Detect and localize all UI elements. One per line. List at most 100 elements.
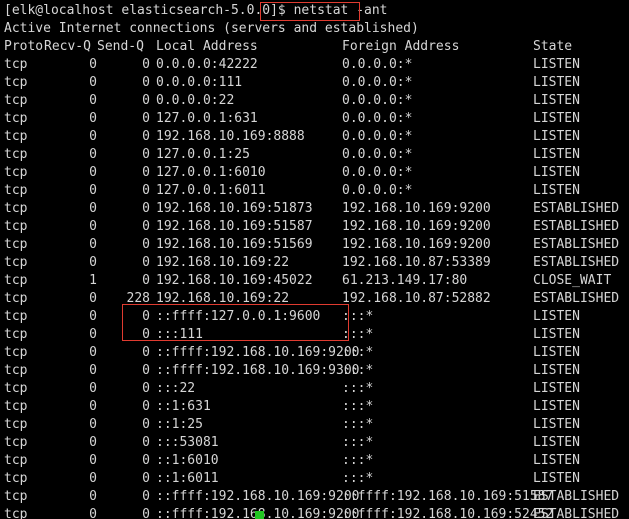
cell-local: 192.168.10.169:51569 <box>156 237 313 252</box>
cell-local: 127.0.0.1:631 <box>156 111 258 126</box>
cell-state: LISTEN <box>533 129 580 144</box>
cell-sendq: 0 <box>142 129 150 144</box>
table-row: tcp 0 0 127.0.0.1:6010 0.0.0.0:* LISTEN <box>4 164 629 182</box>
cell-local: ::1:6011 <box>156 471 219 486</box>
cell-recvq: 0 <box>89 381 97 396</box>
table-row: tcp 0 0 192.168.10.169:51569 192.168.10.169:… <box>4 236 629 254</box>
cell-local: 192.168.10.169:51873 <box>156 201 313 216</box>
table-row: tcp 0 0:::53081:::* LISTEN <box>4 434 629 452</box>
cell-sendq: 0 <box>142 489 150 504</box>
cell-recvq: 0 <box>89 75 97 90</box>
cell-recvq: 1 <box>89 273 97 288</box>
cell-foreign: :::* <box>342 381 374 396</box>
cell-foreign: ::ffff:192.168.10.169:52452 <box>342 507 554 519</box>
cell-local: 192.168.10.169:45022 <box>156 273 313 288</box>
cell-proto: tcp <box>4 363 28 378</box>
typed-command[interactable]: netstat -ant <box>294 3 388 18</box>
terminal-cursor <box>255 511 264 519</box>
cell-foreign: 192.168.10.87:52882 <box>342 291 491 306</box>
cell-local: ::1:6010 <box>156 453 219 468</box>
shell-prompt: [elk@localhost elasticsearch-5.0.0]$ <box>4 3 294 18</box>
cell-recvq: 0 <box>89 417 97 432</box>
cell-foreign: 0.0.0.0:* <box>342 147 413 162</box>
cell-local: ::1:25 <box>156 417 203 432</box>
cell-state: CLOSE_WAIT <box>533 273 612 288</box>
cell-sendq: 0 <box>142 381 150 396</box>
cell-recvq: 0 <box>89 453 97 468</box>
cell-local: :::22 <box>156 381 196 396</box>
table-row: tcp 0 0::1:25:::* LISTEN <box>4 416 629 434</box>
cell-recvq: 0 <box>89 219 97 234</box>
table-row: tcp 0 0 0.0.0.0:22 0.0.0.0:* LISTEN <box>4 92 629 110</box>
prompt-line: [elk@localhost elasticsearch-5.0.0]$ net… <box>4 2 388 20</box>
cell-proto: tcp <box>4 237 28 252</box>
cell-foreign: 0.0.0.0:* <box>342 111 413 126</box>
table-row: tcp 0 0 192.168.10.169:51587 192.168.10.169:… <box>4 218 629 236</box>
cell-sendq: 0 <box>142 399 150 414</box>
cell-recvq: 0 <box>89 507 97 519</box>
cell-recvq: 0 <box>89 183 97 198</box>
cell-sendq: 0 <box>142 183 150 198</box>
table-row: tcp00::ffff:192.168.10.169:9200::ffff:19… <box>4 506 629 519</box>
cell-sendq: 0 <box>142 237 150 252</box>
cell-proto: tcp <box>4 489 28 504</box>
cell-foreign: 192.168.10.169:9200 <box>342 201 491 216</box>
cell-proto: tcp <box>4 93 28 108</box>
cell-sendq: 228 <box>126 291 150 306</box>
cell-proto: tcp <box>4 273 28 288</box>
terminal-window[interactable]: [elk@localhost elasticsearch-5.0.0]$ net… <box>0 0 629 519</box>
cell-state: LISTEN <box>533 57 580 72</box>
cell-state: LISTEN <box>533 345 580 360</box>
cell-sendq: 0 <box>142 363 150 378</box>
cell-foreign: 192.168.10.169:9200 <box>342 237 491 252</box>
cell-sendq: 0 <box>142 327 150 342</box>
cell-foreign: :::* <box>342 309 374 324</box>
header-recvq: Recv-Q <box>44 39 91 54</box>
cell-state: ESTABLISHED <box>533 219 620 234</box>
table-row: tcp 0 228 192.168.10.169:22 192.168.10.87:52… <box>4 290 629 308</box>
table-row: tcp 0 0 192.168.10.169:8888 0.0.0.0:* LISTEN <box>4 128 629 146</box>
cell-state: LISTEN <box>533 417 580 432</box>
cell-recvq: 0 <box>89 435 97 450</box>
cell-foreign: :::* <box>342 435 374 450</box>
table-row: tcp 0 0::ffff:192.168.10.169:9300:::* LISTE… <box>4 362 629 380</box>
header-local: Local Address <box>156 39 258 54</box>
cell-foreign: :::* <box>342 363 374 378</box>
cell-local: :::111 <box>156 327 203 342</box>
cell-proto: tcp <box>4 435 28 450</box>
cell-proto: tcp <box>4 201 28 216</box>
cell-local: 127.0.0.1:25 <box>156 147 250 162</box>
cell-local: :::53081 <box>156 435 219 450</box>
cell-proto: tcp <box>4 165 28 180</box>
cell-recvq: 0 <box>89 57 97 72</box>
cell-sendq: 0 <box>142 255 150 270</box>
cell-local: ::ffff:192.168.10.169:9300 <box>156 363 360 378</box>
cell-foreign: 0.0.0.0:* <box>342 57 413 72</box>
table-row: tcp 0 0 0.0.0.0:111 0.0.0.0:* LISTEN <box>4 74 629 92</box>
cell-local: 192.168.10.169:8888 <box>156 129 305 144</box>
cell-recvq: 0 <box>89 111 97 126</box>
cell-recvq: 0 <box>89 399 97 414</box>
cell-local: 192.168.10.169:22 <box>156 255 290 270</box>
cell-local: ::ffff:192.168.10.169:9200 <box>156 345 360 360</box>
table-row: tcp 0 0::1:631:::* LISTEN <box>4 398 629 416</box>
cell-foreign: 0.0.0.0:* <box>342 75 413 90</box>
cell-foreign: :::* <box>342 345 374 360</box>
table-row: tcp 0 0 192.168.10.169:22 192.168.10.87:5338… <box>4 254 629 272</box>
table-row: tcp 0 0::1:6010:::* LISTEN <box>4 452 629 470</box>
cell-foreign: :::* <box>342 417 374 432</box>
table-row: tcp 0 0 192.168.10.169:51873 192.168.10.169:… <box>4 200 629 218</box>
table-row: tcp 0 0::ffff:127.0.0.1:9600:::* LISTEN <box>4 308 629 326</box>
table-row: tcp00::ffff:192.168.10.169:9200::ffff:19… <box>4 488 629 506</box>
cell-sendq: 0 <box>142 507 150 519</box>
cell-state: LISTEN <box>533 453 580 468</box>
cell-proto: tcp <box>4 147 28 162</box>
cell-local: 127.0.0.1:6010 <box>156 165 266 180</box>
cell-state: LISTEN <box>533 327 580 342</box>
table-row: tcp 0 0:::111:::* LISTEN <box>4 326 629 344</box>
cell-foreign: 192.168.10.169:9200 <box>342 219 491 234</box>
cell-proto: tcp <box>4 111 28 126</box>
cell-state: LISTEN <box>533 165 580 180</box>
cell-state: LISTEN <box>533 111 580 126</box>
cell-proto: tcp <box>4 399 28 414</box>
